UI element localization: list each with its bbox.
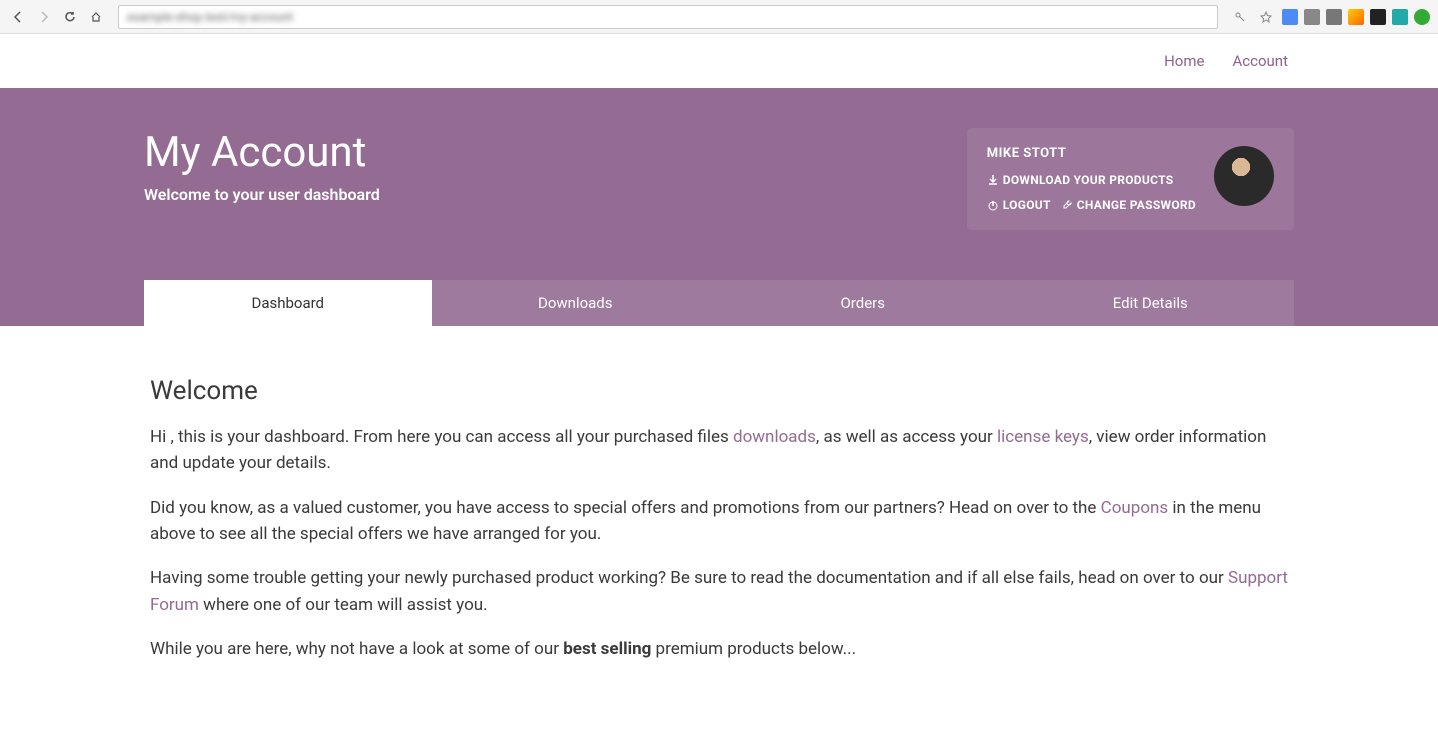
tab-edit-details[interactable]: Edit Details [1007,280,1295,326]
download-products-link[interactable]: DOWNLOAD YOUR PRODUCTS [987,173,1174,187]
extension-icons [1282,9,1430,25]
url-text: example-shop.test/my-account [127,10,293,24]
top-navigation: Home Account [0,34,1438,88]
logout-link[interactable]: LOGOUT [987,198,1051,212]
support-paragraph: Having some trouble getting your newly p… [150,565,1288,618]
downloads-link[interactable]: downloads [733,427,816,447]
bestselling-paragraph: While you are here, why not have a look … [150,636,1288,662]
change-password-link[interactable]: CHANGE PASSWORD [1061,198,1196,212]
address-bar[interactable]: example-shop.test/my-account [118,5,1218,29]
extension-icon[interactable] [1282,9,1298,25]
intro-paragraph: Hi , this is your dashboard. From here y… [150,424,1288,477]
best-selling-text: best selling [563,639,651,659]
wrench-icon [1061,199,1073,211]
extension-icon[interactable] [1414,9,1430,25]
page-title: My Account [144,128,380,177]
welcome-heading: Welcome [150,376,1288,406]
browser-chrome: example-shop.test/my-account [0,0,1438,34]
user-panel: MIKE STOTT DOWNLOAD YOUR PRODUCTS LOGOUT… [967,128,1294,230]
reload-button[interactable] [60,7,80,27]
page-subtitle: Welcome to your user dashboard [144,185,380,204]
extension-icon[interactable] [1304,9,1320,25]
tab-dashboard[interactable]: Dashboard [144,280,432,326]
extension-icon[interactable] [1326,9,1342,25]
nav-account[interactable]: Account [1232,52,1288,70]
tab-downloads[interactable]: Downloads [432,280,720,326]
power-icon [987,199,999,211]
home-button[interactable] [86,7,106,27]
key-icon[interactable] [1230,7,1250,27]
license-keys-link[interactable]: license keys [997,427,1089,447]
extension-icon[interactable] [1348,9,1364,25]
account-tabs: Dashboard Downloads Orders Edit Details [144,280,1294,326]
main-content: Welcome Hi , this is your dashboard. Fro… [144,326,1294,720]
avatar[interactable] [1214,146,1274,206]
coupons-link[interactable]: Coupons [1101,498,1169,518]
hero-banner: My Account Welcome to your user dashboar… [0,88,1438,326]
forward-button[interactable] [34,7,54,27]
back-button[interactable] [8,7,28,27]
user-name: MIKE STOTT [987,146,1196,161]
extension-icon[interactable] [1392,9,1408,25]
nav-home[interactable]: Home [1164,52,1204,70]
coupons-paragraph: Did you know, as a valued customer, you … [150,495,1288,548]
star-icon[interactable] [1256,7,1276,27]
download-icon [987,174,999,186]
tab-orders[interactable]: Orders [719,280,1007,326]
extension-icon[interactable] [1370,9,1386,25]
